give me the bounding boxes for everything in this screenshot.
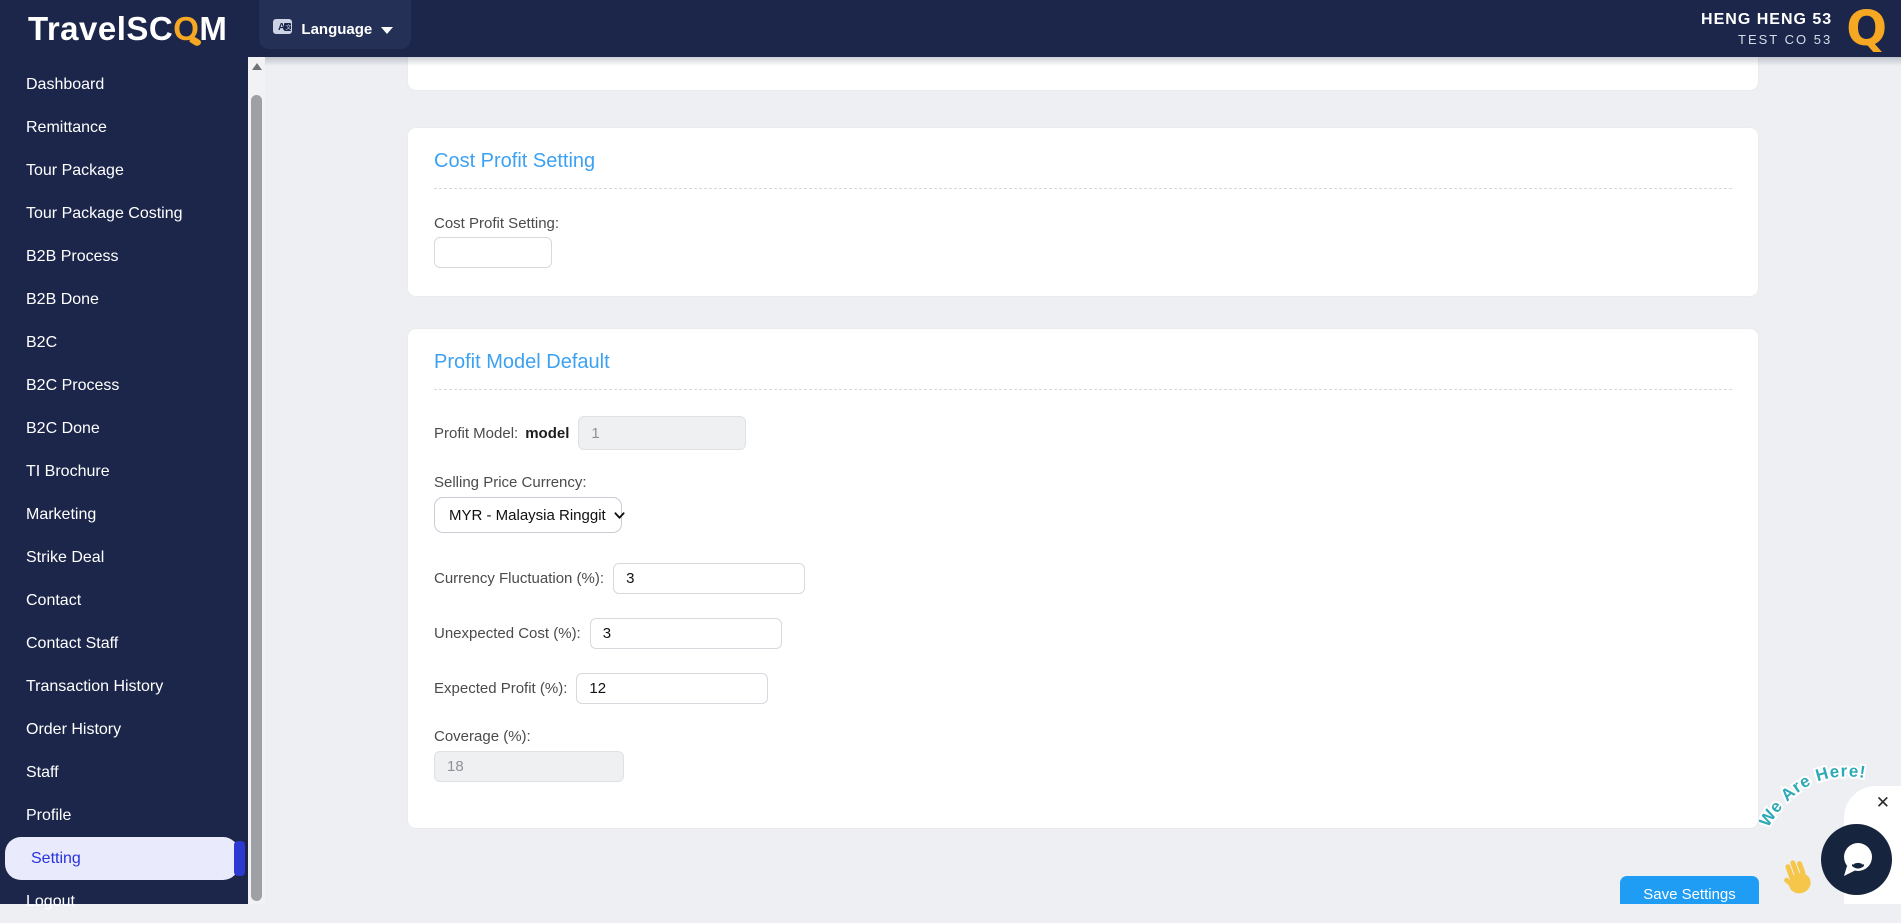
- sidebar-item-label: Staff: [26, 764, 59, 782]
- dashed-divider: [434, 188, 1732, 189]
- translate-icon: A 文: [273, 19, 292, 39]
- sidebar-item-b2c[interactable]: B2C: [0, 321, 248, 364]
- profit-model-name: model: [525, 425, 569, 442]
- sidebar-item-label: Logout: [26, 893, 75, 911]
- sidebar-item-label: Setting: [31, 850, 81, 868]
- logo-text-prefix: TravelSC: [28, 10, 173, 47]
- currency-fluctuation-input[interactable]: [613, 563, 805, 594]
- sidebar-item-b2c-done[interactable]: B2C Done: [0, 407, 248, 450]
- user-name: HENG HENG 53: [1701, 11, 1832, 29]
- sidebar-item-label: Marketing: [26, 506, 96, 524]
- scrollbar-up-arrow-icon[interactable]: [248, 57, 265, 75]
- cost-profit-setting-title: Cost Profit Setting: [434, 150, 1732, 173]
- sidebar-item-label: Strike Deal: [26, 549, 104, 567]
- sidebar-item-contact[interactable]: Contact: [0, 579, 248, 622]
- sidebar-item-label: Contact: [26, 592, 81, 610]
- previous-settings-card-partial: [407, 57, 1759, 91]
- company-name: TEST CO 53: [1701, 32, 1832, 47]
- svg-text:文: 文: [286, 24, 292, 32]
- sidebar-item-b2b-done[interactable]: B2B Done: [0, 278, 248, 321]
- expected-profit-label: Expected Profit (%):: [434, 680, 567, 697]
- coverage-input: [434, 751, 624, 782]
- app-logo: TravelSCOM: [28, 10, 227, 48]
- sidebar-scrollbar[interactable]: [248, 57, 265, 904]
- logo-letter-o: O: [173, 10, 199, 47]
- language-label: Language: [301, 21, 372, 38]
- cost-profit-setting-input[interactable]: [434, 237, 552, 268]
- sidebar-nav: Dashboard Remittance Tour Package Tour P…: [0, 57, 248, 904]
- sidebar-item-tour-package-costing[interactable]: Tour Package Costing: [0, 192, 248, 235]
- expected-profit-input[interactable]: [576, 673, 768, 704]
- sidebar-item-strike-deal[interactable]: Strike Deal: [0, 536, 248, 579]
- sidebar-item-label: B2B Process: [26, 248, 118, 266]
- scrollbar-thumb[interactable]: [251, 95, 262, 901]
- sidebar-item-dashboard[interactable]: Dashboard: [0, 63, 248, 106]
- unexpected-cost-input[interactable]: [590, 618, 782, 649]
- sidebar-item-order-history[interactable]: Order History: [0, 708, 248, 751]
- sidebar-item-logout[interactable]: Logout: [0, 880, 248, 923]
- sidebar-item-staff[interactable]: Staff: [0, 751, 248, 794]
- sidebar-item-marketing[interactable]: Marketing: [0, 493, 248, 536]
- top-navbar: TravelSCOM A 文 Language HENG HENG 53 TES…: [0, 0, 1901, 57]
- sidebar-item-label: B2C Process: [26, 377, 119, 395]
- sidebar-item-b2b-process[interactable]: B2B Process: [0, 235, 248, 278]
- sidebar-item-label: B2C: [26, 334, 57, 352]
- coverage-label: Coverage (%):: [434, 728, 1732, 745]
- sidebar-item-label: Order History: [26, 721, 121, 739]
- sidebar-item-label: Dashboard: [26, 76, 104, 94]
- user-info: HENG HENG 53 TEST CO 53: [1701, 11, 1832, 47]
- sidebar-item-ti-brochure[interactable]: TI Brochure: [0, 450, 248, 493]
- logo-text-suffix: M: [199, 10, 227, 47]
- sidebar-item-contact-staff[interactable]: Contact Staff: [0, 622, 248, 665]
- profit-model-label: Profit Model:: [434, 425, 518, 442]
- sidebar-item-b2c-process[interactable]: B2C Process: [0, 364, 248, 407]
- currency-fluctuation-label: Currency Fluctuation (%):: [434, 570, 604, 587]
- sidebar-item-label: B2B Done: [26, 291, 99, 309]
- sidebar-item-label: Contact Staff: [26, 635, 118, 653]
- profit-model-default-title: Profit Model Default: [434, 351, 1732, 374]
- dashed-divider: [434, 389, 1732, 390]
- sidebar-item-label: Tour Package Costing: [26, 205, 183, 223]
- chat-close-icon[interactable]: ✕: [1876, 794, 1890, 811]
- sidebar-item-setting[interactable]: Setting: [5, 837, 239, 880]
- profit-model-default-card: Profit Model Default Profit Model: model…: [407, 328, 1759, 829]
- sidebar-item-profile[interactable]: Profile: [0, 794, 248, 837]
- speech-bubble-icon: [1837, 840, 1877, 880]
- save-settings-button[interactable]: Save Settings: [1620, 876, 1759, 904]
- main-content: Cost Profit Setting Cost Profit Setting:…: [265, 57, 1901, 904]
- sidebar-item-label: Remittance: [26, 119, 107, 137]
- sidebar-item-label: TI Brochure: [26, 463, 110, 481]
- cost-profit-setting-label: Cost Profit Setting:: [434, 215, 1732, 232]
- avatar[interactable]: Q: [1846, 5, 1887, 53]
- sidebar-item-label: Transaction History: [26, 678, 163, 696]
- sidebar-item-transaction-history[interactable]: Transaction History: [0, 665, 248, 708]
- unexpected-cost-label: Unexpected Cost (%):: [434, 625, 581, 642]
- selling-price-currency-select[interactable]: MYR - Malaysia Ringgit: [434, 497, 622, 533]
- caret-down-icon: [381, 27, 393, 34]
- selling-price-currency-label: Selling Price Currency:: [434, 474, 1732, 491]
- sidebar-item-label: Tour Package: [26, 162, 124, 180]
- sidebar-item-label: Profile: [26, 807, 71, 825]
- sidebar-item-remittance[interactable]: Remittance: [0, 106, 248, 149]
- cost-profit-setting-card: Cost Profit Setting Cost Profit Setting:: [407, 127, 1759, 297]
- chevron-down-icon: [614, 510, 625, 521]
- language-dropdown-button[interactable]: A 文 Language: [259, 0, 411, 49]
- sidebar-item-label: B2C Done: [26, 420, 100, 438]
- sidebar-item-tour-package[interactable]: Tour Package: [0, 149, 248, 192]
- selling-price-currency-value: MYR - Malaysia Ringgit: [449, 507, 606, 524]
- profit-model-input: [578, 416, 746, 450]
- chat-launcher-button[interactable]: [1821, 824, 1892, 895]
